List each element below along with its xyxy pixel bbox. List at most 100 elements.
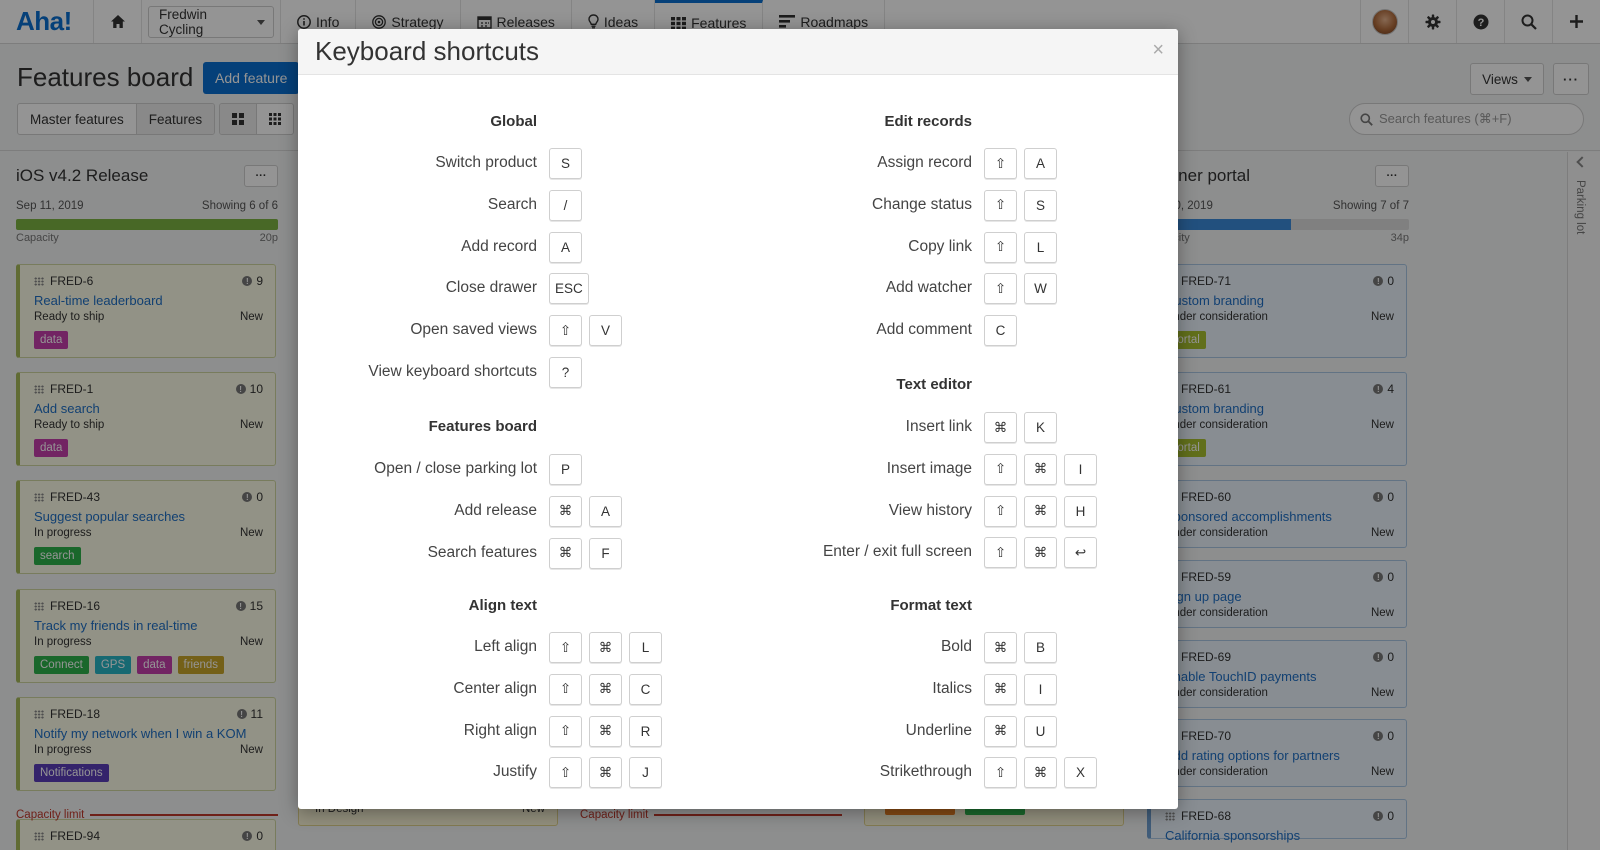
key-cap: B bbox=[1024, 632, 1057, 663]
shortcut-label: Add comment bbox=[876, 321, 972, 339]
key-cap: ? bbox=[549, 357, 582, 388]
shortcut-label: Open saved views bbox=[410, 321, 537, 339]
shortcut-keys: / bbox=[549, 189, 582, 221]
shortcut-label: Change status bbox=[872, 195, 972, 213]
key-cap: J bbox=[629, 757, 662, 789]
shortcut-keys: ⌘ U bbox=[984, 715, 1057, 747]
key-cap: F bbox=[589, 537, 622, 569]
section-heading-format-text: Format text bbox=[890, 597, 972, 614]
key-cap: X bbox=[1064, 757, 1097, 789]
shortcut-keys: ⌘ K bbox=[984, 412, 1057, 443]
key-cap: ⌘ bbox=[549, 495, 582, 527]
shortcut-label: View keyboard shortcuts bbox=[368, 363, 537, 380]
close-icon[interactable]: × bbox=[1152, 39, 1164, 62]
section-heading-edit-records: Edit records bbox=[884, 113, 972, 130]
key-cap: I bbox=[1024, 673, 1057, 705]
key-cap: ⇧ bbox=[984, 231, 1017, 263]
shortcut-label: View history bbox=[888, 501, 972, 519]
shortcut-keys: S bbox=[549, 148, 582, 179]
key-cap: ⌘ bbox=[589, 715, 622, 747]
section-heading-features-board: Features board bbox=[428, 418, 537, 435]
shortcut-keys: P bbox=[549, 454, 582, 485]
shortcut-label: Switch product bbox=[435, 154, 537, 171]
key-cap: ⌘ bbox=[1024, 537, 1057, 569]
key-cap: S bbox=[1024, 189, 1057, 221]
shortcut-label: Open / close parking lot bbox=[374, 460, 537, 477]
shortcut-label: Insert link bbox=[905, 418, 972, 435]
shortcut-keys: ⇧ A bbox=[984, 148, 1057, 179]
shortcut-label: Bold bbox=[940, 638, 972, 655]
shortcut-label: Search features bbox=[427, 543, 537, 561]
shortcut-keys: ⇧ ⌘ ↩ bbox=[984, 537, 1097, 569]
key-cap: ⇧ bbox=[984, 537, 1017, 569]
key-cap: ⌘ bbox=[589, 673, 622, 705]
shortcut-keys: ⌘ F bbox=[549, 537, 622, 569]
key-cap: W bbox=[1024, 273, 1057, 305]
shortcut-label: Strikethrough bbox=[879, 763, 972, 781]
key-cap: ⌘ bbox=[589, 757, 622, 789]
section-heading-text-editor: Text editor bbox=[896, 376, 972, 393]
key-cap: L bbox=[1024, 231, 1057, 263]
shortcut-label: Italics bbox=[932, 679, 972, 697]
shortcut-label: Center align bbox=[453, 679, 537, 697]
key-cap: ⌘ bbox=[1024, 495, 1057, 527]
key-cap: ⌘ bbox=[984, 632, 1017, 663]
key-cap: ↩ bbox=[1064, 537, 1097, 569]
key-cap: P bbox=[549, 454, 582, 485]
key-cap: ⇧ bbox=[984, 453, 1017, 485]
key-cap: C bbox=[629, 673, 662, 705]
key-cap: U bbox=[1024, 715, 1057, 747]
shortcut-keys: ⌘ B bbox=[984, 632, 1057, 663]
section-heading-global: Global bbox=[490, 113, 537, 130]
key-cap: ⇧ bbox=[984, 495, 1017, 527]
shortcut-label: Close drawer bbox=[445, 279, 537, 297]
shortcut-keys: ⇧ V bbox=[549, 315, 622, 347]
shortcut-label: Add watcher bbox=[885, 279, 972, 297]
key-cap: ⌘ bbox=[589, 632, 622, 663]
shortcut-label: Assign record bbox=[877, 154, 972, 171]
key-cap: S bbox=[549, 148, 582, 179]
key-cap: A bbox=[549, 231, 582, 263]
shortcut-label: Add release bbox=[454, 501, 537, 519]
shortcut-label: Justify bbox=[493, 763, 537, 781]
modal-header: Keyboard shortcuts × bbox=[298, 29, 1178, 75]
shortcut-keys: ⇧ L bbox=[984, 231, 1057, 263]
key-cap: ⇧ bbox=[984, 189, 1017, 221]
shortcut-keys: ⇧ ⌘ I bbox=[984, 453, 1097, 485]
key-cap: ⇧ bbox=[984, 273, 1017, 305]
shortcut-label: Underline bbox=[905, 721, 972, 739]
shortcut-keys: ⇧ ⌘ J bbox=[549, 757, 662, 789]
key-cap: A bbox=[589, 495, 622, 527]
shortcut-label: Right align bbox=[463, 721, 537, 739]
key-cap: ⌘ bbox=[1024, 757, 1057, 789]
shortcut-keys: ESC bbox=[549, 273, 589, 305]
key-cap: L bbox=[629, 632, 662, 663]
key-cap: ⌘ bbox=[549, 537, 582, 569]
key-cap: ⇧ bbox=[549, 632, 582, 663]
shortcut-keys: ⌘ I bbox=[984, 673, 1057, 705]
shortcut-keys: ⇧ W bbox=[984, 273, 1057, 305]
key-cap: ⇧ bbox=[549, 673, 582, 705]
key-cap: R bbox=[629, 715, 662, 747]
shortcut-keys: ? bbox=[549, 357, 582, 388]
key-cap: ⌘ bbox=[1024, 453, 1057, 485]
key-cap: A bbox=[1024, 148, 1057, 179]
key-cap: / bbox=[549, 189, 582, 221]
key-cap: ⇧ bbox=[984, 148, 1017, 179]
key-cap: ⇧ bbox=[549, 757, 582, 789]
keyboard-shortcuts-modal: Keyboard shortcuts × Global Switch produc… bbox=[298, 29, 1178, 809]
shortcut-keys: ⇧ S bbox=[984, 189, 1057, 221]
key-cap: ⇧ bbox=[549, 315, 582, 347]
shortcut-keys: ⇧ ⌘ R bbox=[549, 715, 662, 747]
shortcut-keys: ⇧ ⌘ X bbox=[984, 757, 1097, 789]
key-cap: ⇧ bbox=[549, 715, 582, 747]
key-cap: ⌘ bbox=[984, 673, 1017, 705]
key-cap: C bbox=[984, 315, 1017, 347]
shortcut-keys: ⌘ A bbox=[549, 495, 622, 527]
shortcut-label: Add record bbox=[461, 237, 537, 255]
key-cap: H bbox=[1064, 495, 1097, 527]
shortcut-label: Insert image bbox=[886, 459, 972, 477]
modal-title: Keyboard shortcuts bbox=[315, 36, 540, 66]
section-heading-align-text: Align text bbox=[468, 597, 537, 614]
key-cap: ESC bbox=[549, 273, 589, 305]
